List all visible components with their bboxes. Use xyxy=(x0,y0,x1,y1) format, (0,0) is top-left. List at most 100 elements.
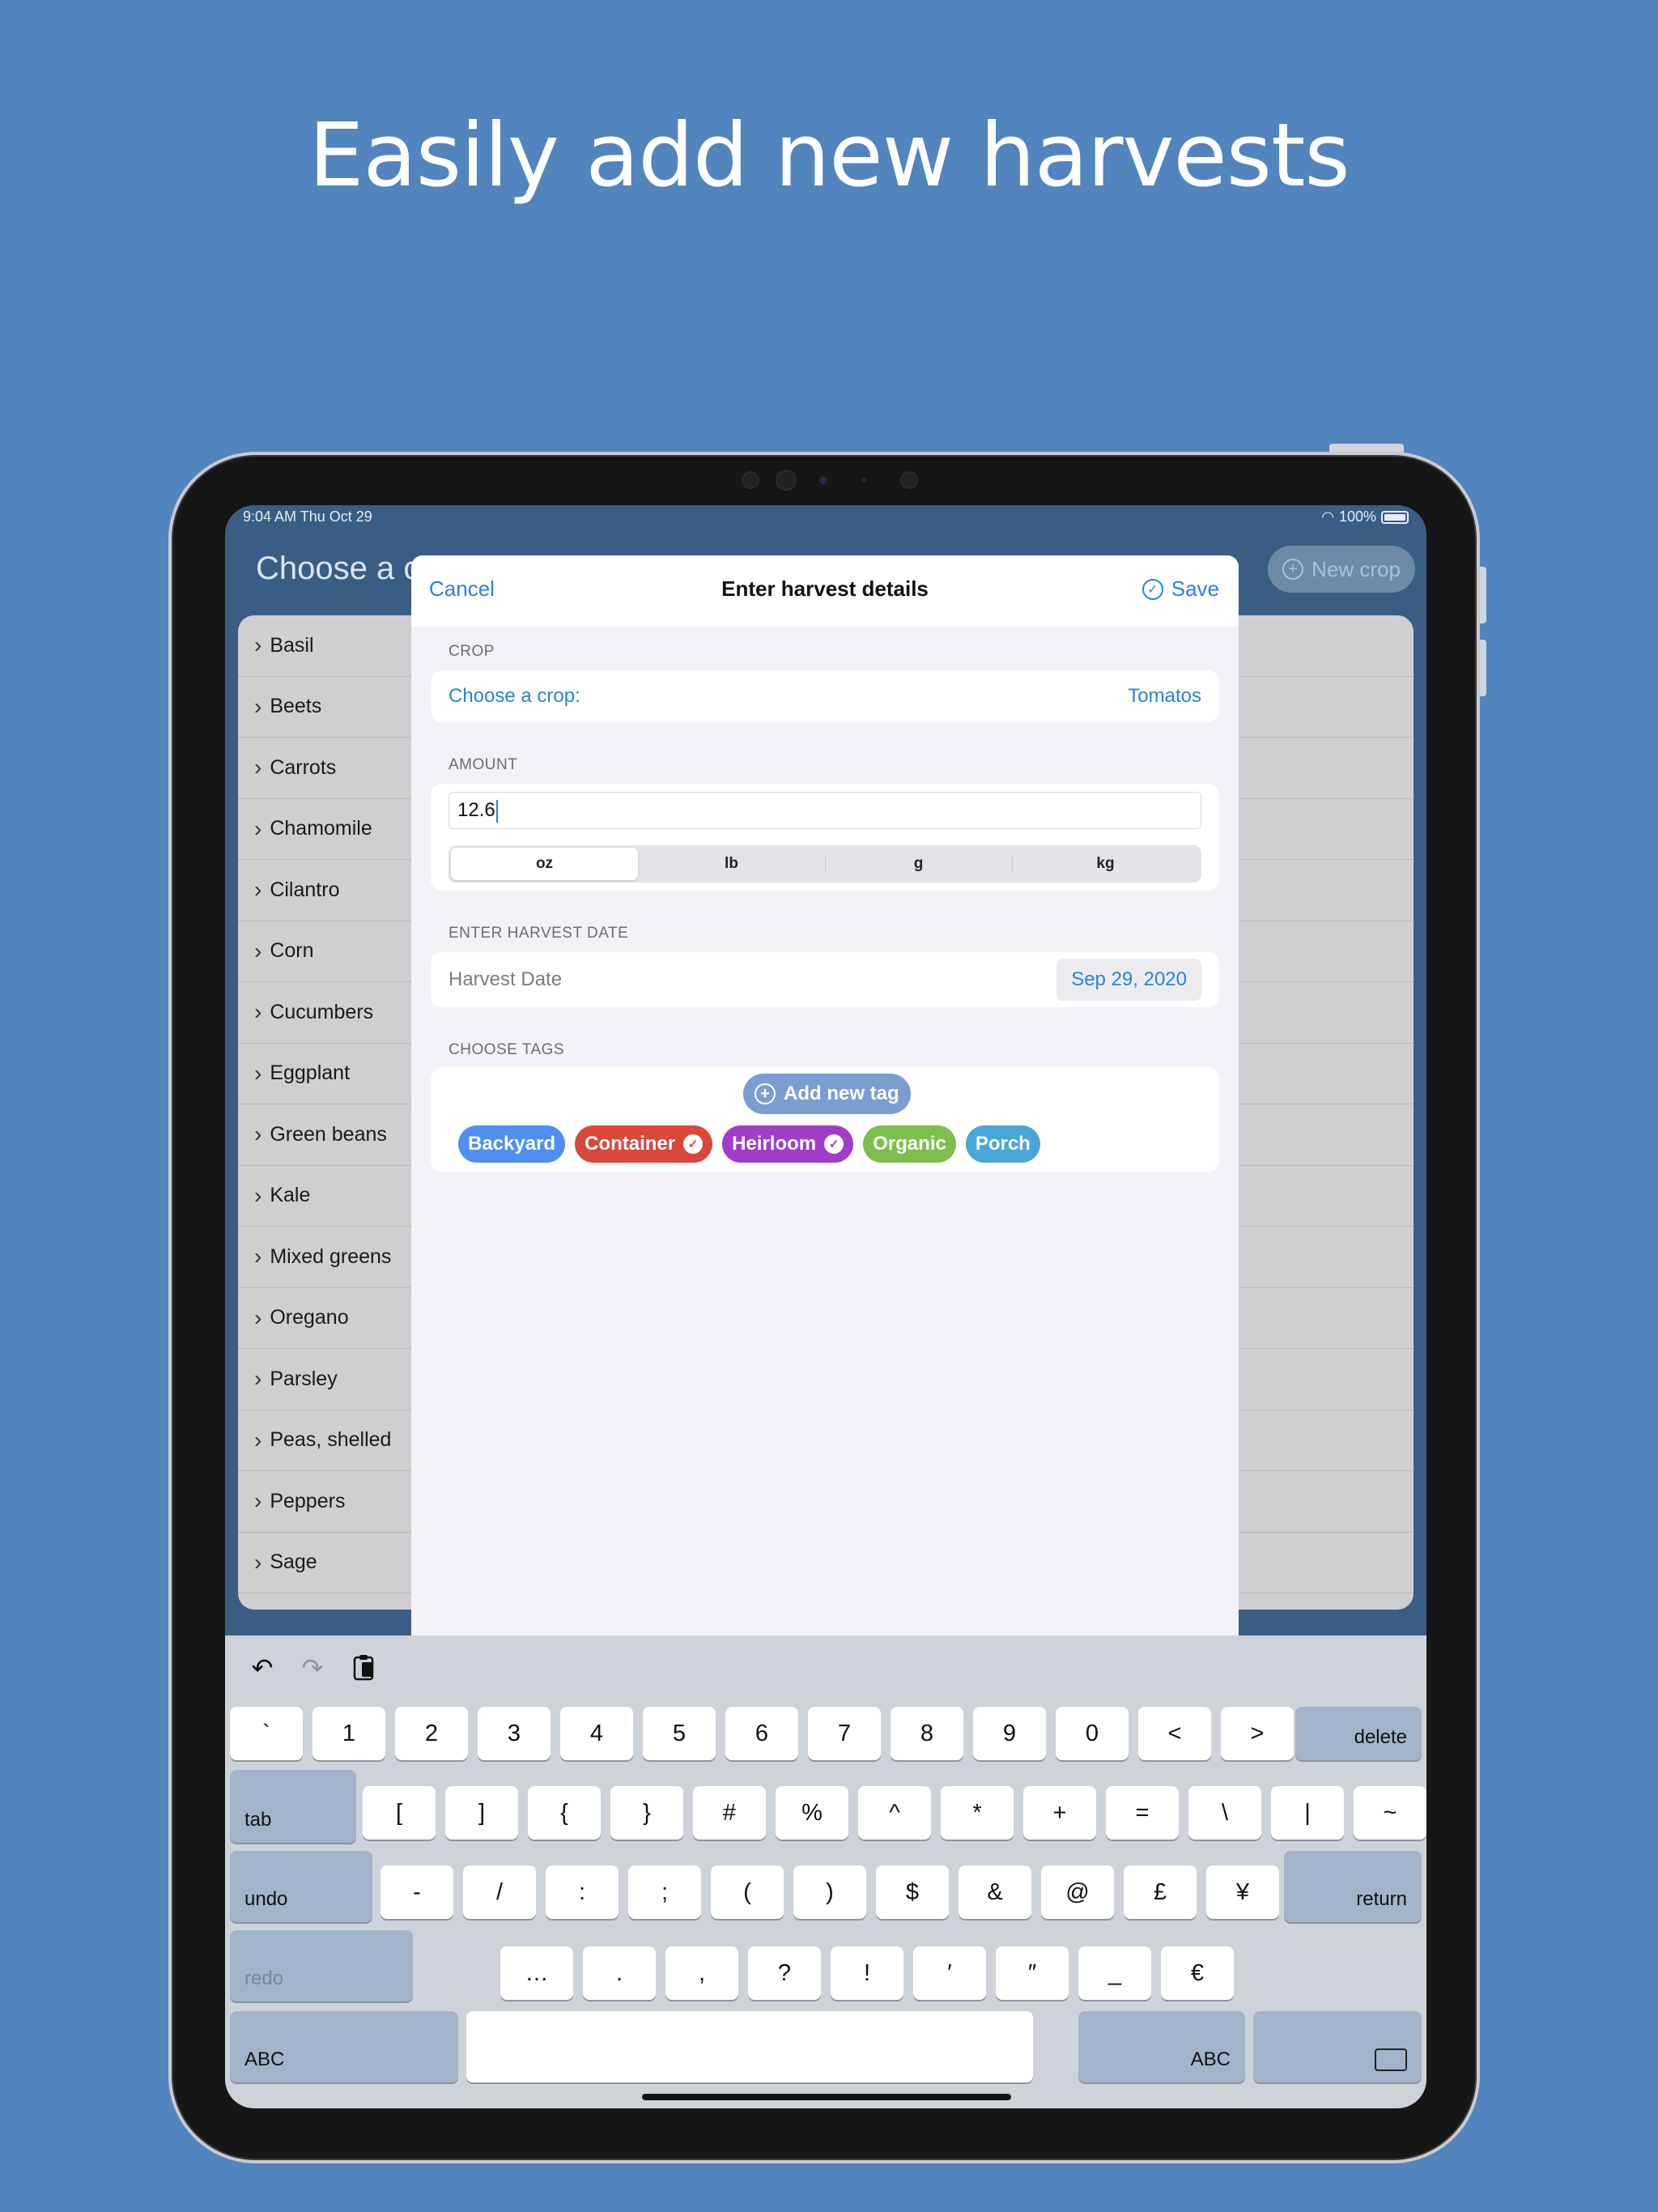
unit-segment-oz[interactable]: oz xyxy=(451,848,638,880)
keyboard-key[interactable]: ~ xyxy=(1354,1786,1426,1840)
space-key[interactable] xyxy=(466,2011,1033,2082)
battery-icon xyxy=(1381,510,1409,524)
new-crop-button[interactable]: + New crop xyxy=(1268,546,1415,593)
keyboard-key[interactable]: ¥ xyxy=(1206,1865,1279,1919)
crop-name: Sage xyxy=(270,1551,317,1574)
keyboard-key[interactable]: * xyxy=(941,1786,1014,1840)
keyboard-key[interactable]: & xyxy=(959,1865,1031,1919)
keyboard-key[interactable]: 3 xyxy=(478,1707,551,1760)
chevron-right-icon: › xyxy=(254,1182,262,1208)
keyboard-key[interactable]: / xyxy=(463,1865,536,1919)
add-new-tag-button[interactable]: + Add new tag xyxy=(743,1074,911,1114)
keyboard-key[interactable]: , xyxy=(665,1946,738,2000)
undo-icon[interactable]: ↶ xyxy=(248,1653,277,1682)
keyboard-key[interactable]: - xyxy=(380,1865,453,1919)
keyboard-key[interactable]: _ xyxy=(1078,1946,1151,2000)
keyboard-key[interactable]: € xyxy=(1161,1946,1234,2000)
keyboard-key[interactable]: > xyxy=(1221,1707,1294,1760)
background-title: Choose a c xyxy=(256,551,420,586)
camera-lens-icon xyxy=(819,476,827,484)
keyboard-key[interactable]: 6 xyxy=(725,1707,798,1760)
save-button[interactable]: ✓ Save xyxy=(1141,576,1219,602)
return-key[interactable]: return xyxy=(1284,1851,1422,1922)
keyboard-key[interactable]: 1 xyxy=(312,1707,385,1760)
keyboard-key[interactable]: … xyxy=(500,1946,573,2000)
keyboard-key[interactable]: ″ xyxy=(996,1946,1069,2000)
tag-label: Organic xyxy=(873,1133,946,1155)
tag-label: Porch xyxy=(975,1133,1031,1155)
keyboard: ↶ ↷ ` 1 2 3 4 5 6 7 8 9 0 < > delete tab[]{} #% ^ * + = \ | ~ u… xyxy=(225,1636,1426,2108)
harvest-date-picker[interactable]: Sep 29, 2020 xyxy=(1056,959,1201,1001)
crop-picker-label: Choose a crop: xyxy=(449,685,580,707)
keyboard-key[interactable]: { xyxy=(528,1786,601,1840)
crop-name: Carrots xyxy=(270,755,337,779)
keyboard-key[interactable]: : xyxy=(546,1865,619,1919)
amount-section-header: AMOUNT xyxy=(449,756,518,773)
chevron-right-icon: › xyxy=(254,755,262,781)
keyboard-key[interactable]: 7 xyxy=(808,1707,881,1760)
tag-list: Backyard Container ✓ Heirloom ✓ Organic Porch xyxy=(458,1125,1040,1163)
redo-icon[interactable]: ↷ xyxy=(298,1653,327,1682)
proximity-sensor-icon xyxy=(900,471,918,489)
keyboard-key[interactable]: 2 xyxy=(395,1707,468,1760)
keyboard-key[interactable]: . xyxy=(583,1946,656,2000)
keyboard-key[interactable]: 0 xyxy=(1056,1707,1129,1760)
keyboard-key[interactable]: ? xyxy=(748,1946,821,2000)
checkmark-icon: ✓ xyxy=(683,1134,704,1154)
tag-chip[interactable]: Organic xyxy=(863,1125,956,1163)
keyboard-key[interactable]: 4 xyxy=(560,1707,633,1760)
keyboard-key[interactable]: | xyxy=(1271,1786,1344,1840)
redo-key[interactable]: redo xyxy=(230,1930,413,2001)
keyboard-dismiss-icon xyxy=(1375,2048,1407,2071)
keyboard-key[interactable]: ] xyxy=(445,1786,518,1840)
keyboard-key[interactable]: % xyxy=(776,1786,848,1840)
keyboard-key[interactable]: \ xyxy=(1188,1786,1261,1840)
keyboard-key[interactable]: ^ xyxy=(858,1786,931,1840)
amount-input[interactable]: 12.6 xyxy=(449,792,1201,829)
keyboard-key[interactable]: + xyxy=(1023,1786,1096,1840)
paste-icon[interactable] xyxy=(350,1653,379,1682)
tag-chip[interactable]: Backyard xyxy=(458,1125,566,1163)
unit-segment-g[interactable]: g xyxy=(825,848,1012,880)
keyboard-key[interactable]: 5 xyxy=(643,1707,716,1760)
keyboard-key[interactable]: $ xyxy=(876,1865,949,1919)
keyboard-key[interactable]: } xyxy=(610,1786,683,1840)
crop-name: Basil xyxy=(270,633,314,657)
crop-section-header: CROP xyxy=(449,643,495,660)
crop-name: Cucumbers xyxy=(270,1000,374,1023)
keyboard-toolbar: ↶ ↷ xyxy=(225,1636,1426,1700)
hide-keyboard-key[interactable] xyxy=(1253,2011,1422,2082)
keyboard-key[interactable]: [ xyxy=(363,1786,436,1840)
keyboard-key[interactable]: 9 xyxy=(973,1707,1046,1760)
chevron-right-icon: › xyxy=(254,938,262,963)
abc-key-right[interactable]: ABC xyxy=(1078,2011,1245,2082)
keyboard-key[interactable]: £ xyxy=(1124,1865,1197,1919)
keyboard-key[interactable]: @ xyxy=(1041,1865,1114,1919)
keyboard-key[interactable]: < xyxy=(1138,1707,1211,1760)
tab-key[interactable]: tab xyxy=(230,1770,356,1843)
tag-chip[interactable]: Container ✓ xyxy=(575,1125,713,1163)
home-indicator[interactable] xyxy=(642,2094,1011,2100)
crop-picker-row[interactable]: Choose a crop: Tomatos xyxy=(431,670,1219,722)
keyboard-key[interactable]: ′ xyxy=(913,1946,986,2000)
unit-segment-kg[interactable]: kg xyxy=(1012,848,1199,880)
keyboard-key[interactable]: ) xyxy=(793,1865,866,1919)
keyboard-key[interactable]: ` xyxy=(230,1707,303,1760)
camera-bar xyxy=(732,466,926,491)
abc-key-left[interactable]: ABC xyxy=(230,2011,458,2082)
undo-key[interactable]: undo xyxy=(230,1851,372,1922)
keyboard-key[interactable]: ! xyxy=(831,1946,903,2000)
keyboard-key[interactable]: 8 xyxy=(891,1707,963,1760)
keyboard-key[interactable]: ( xyxy=(711,1865,784,1919)
unit-segment-lb[interactable]: lb xyxy=(638,848,825,880)
delete-key[interactable]: delete xyxy=(1295,1707,1422,1760)
crop-name: Parsley xyxy=(270,1367,338,1390)
screen: 9:04 AM Thu Oct 29 ◠ 100% Choose a c + N… xyxy=(225,505,1426,2108)
wifi-icon: ◠ xyxy=(1321,508,1334,525)
keyboard-key[interactable]: = xyxy=(1106,1786,1179,1840)
tag-chip[interactable]: Porch xyxy=(965,1125,1040,1163)
keyboard-key[interactable]: # xyxy=(693,1786,766,1840)
sheet-nav-bar: Cancel Enter harvest details ✓ Save xyxy=(411,555,1239,627)
tag-chip[interactable]: Heirloom ✓ xyxy=(722,1125,854,1163)
keyboard-key[interactable]: ; xyxy=(628,1865,701,1919)
